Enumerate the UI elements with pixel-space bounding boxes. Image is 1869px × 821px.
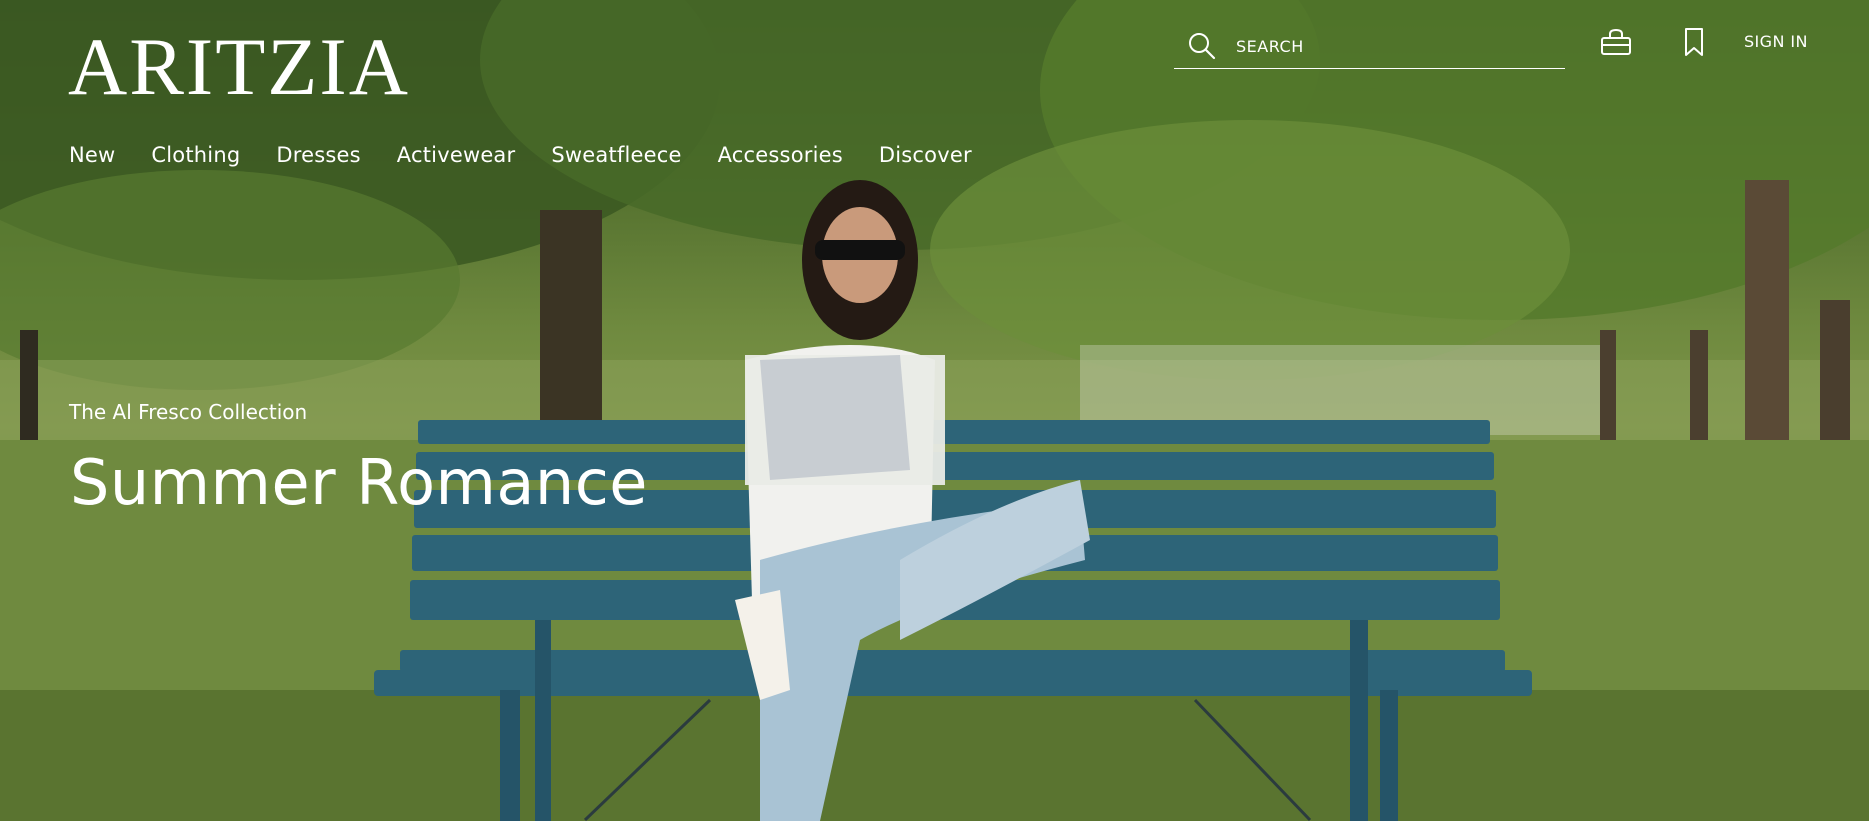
main-nav: New Clothing Dresses Activewear Sweatfle… [69,143,1008,167]
brand-logo[interactable]: ARITZIA [68,26,410,108]
bookmark-icon[interactable] [1677,26,1711,58]
nav-item-clothing[interactable]: Clothing [151,143,240,167]
hero-kicker: The Al Fresco Collection [69,400,308,424]
nav-item-dresses[interactable]: Dresses [276,143,360,167]
hero-banner[interactable]: ARITZIA New Clothing Dresses Activewear … [0,0,1869,821]
sign-in-link[interactable]: SIGN IN [1744,32,1808,51]
hero-headline[interactable]: Summer Romance [70,446,648,519]
search-icon[interactable] [1186,30,1218,62]
nav-item-accessories[interactable]: Accessories [718,143,843,167]
nav-item-activewear[interactable]: Activewear [397,143,516,167]
nav-item-discover[interactable]: Discover [879,143,972,167]
shopping-bag-icon[interactable] [1599,26,1633,58]
search-bar[interactable] [1174,24,1565,69]
nav-item-sweatfleece[interactable]: Sweatfleece [551,143,681,167]
nav-item-new[interactable]: New [69,143,115,167]
search-input[interactable] [1236,36,1516,56]
